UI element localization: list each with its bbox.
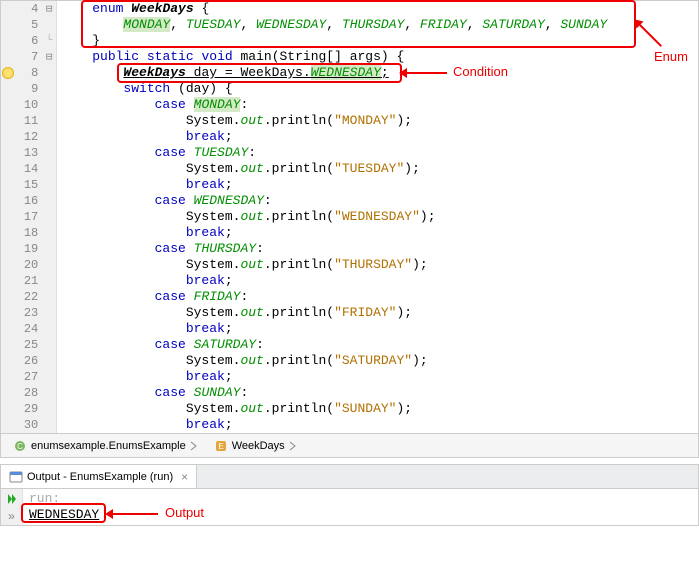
line-number: 28 [15, 386, 43, 400]
keyword: static [147, 49, 194, 64]
enum-icon: E [214, 439, 228, 453]
fold-icon[interactable]: ⊟ [42, 2, 56, 16]
keyword: case [155, 145, 186, 160]
line-number: 6 [15, 34, 43, 48]
line-number: 5 [15, 18, 43, 32]
line-number: 21 [15, 274, 43, 288]
line-number: 26 [15, 354, 43, 368]
line-number: 29 [15, 402, 43, 416]
string-literal: "TUESDAY" [334, 161, 404, 176]
string-literal: "THURSDAY" [334, 257, 412, 272]
line-number: 11 [15, 114, 43, 128]
keyword-enum: enum [92, 1, 123, 16]
svg-text:C: C [17, 442, 23, 451]
chevron-right-icon [289, 441, 297, 451]
line-number: 16 [15, 194, 43, 208]
line-number: 22 [15, 290, 43, 304]
enum-ref: SUNDAY [194, 385, 241, 400]
keyword: public [92, 49, 139, 64]
keyword: case [155, 241, 186, 256]
line-number: 17 [15, 210, 43, 224]
line-number: 8 [15, 66, 43, 80]
enum-const: FRIDAY [420, 17, 467, 32]
keyword: break [186, 369, 225, 384]
output-toolbar: » [1, 489, 23, 525]
keyword: break [186, 177, 225, 192]
string-literal: "SATURDAY" [334, 353, 412, 368]
output-result: WEDNESDAY [29, 507, 692, 523]
enum-ref: WEDNESDAY [311, 65, 381, 80]
code-editor[interactable]: 4⊟ 5 6└ 7⊟ 8 9 10 11 12 13 14 15 16 17 1… [0, 0, 699, 434]
enum-const: TUESDAY [186, 17, 241, 32]
breadcrumb-label: enumsexample.EnumsExample [31, 440, 186, 452]
close-icon[interactable]: × [181, 470, 188, 484]
keyword: break [186, 273, 225, 288]
keyword: break [186, 129, 225, 144]
breadcrumb: C enumsexample.EnumsExample E WeekDays [0, 434, 699, 458]
enum-const: WEDNESDAY [256, 17, 326, 32]
output-content[interactable]: run: WEDNESDAY Output [23, 489, 698, 525]
line-number: 19 [15, 242, 43, 256]
line-number: 12 [15, 130, 43, 144]
code-area[interactable]: enum WeekDays { MONDAY, TUESDAY, WEDNESD… [57, 1, 698, 433]
type-ref: WeekDays [123, 65, 185, 80]
stop-button[interactable]: » [4, 509, 20, 525]
string-literal: "SUNDAY" [334, 401, 396, 416]
string-literal: "MONDAY" [334, 113, 396, 128]
line-number: 14 [15, 162, 43, 176]
keyword: switch [123, 81, 170, 96]
line-number: 7 [15, 50, 43, 64]
string-literal: "FRIDAY" [334, 305, 396, 320]
line-number: 18 [15, 226, 43, 240]
enum-const: SUNDAY [560, 17, 607, 32]
enum-const: SATURDAY [482, 17, 544, 32]
output-panel: Output - EnumsExample (run) × » run: WED… [0, 464, 699, 526]
enum-name: WeekDays [131, 1, 193, 16]
line-number: 9 [15, 82, 43, 96]
keyword: break [186, 321, 225, 336]
svg-text:E: E [218, 442, 223, 451]
keyword: case [155, 385, 186, 400]
breadcrumb-label: WeekDays [232, 440, 285, 452]
breadcrumb-item-enum[interactable]: E WeekDays [208, 437, 303, 455]
line-number: 15 [15, 178, 43, 192]
hint-bulb-icon[interactable] [1, 67, 15, 79]
enum-const: THURSDAY [342, 17, 404, 32]
line-number: 30 [15, 418, 43, 432]
line-gutter: 4⊟ 5 6└ 7⊟ 8 9 10 11 12 13 14 15 16 17 1… [1, 1, 57, 433]
enum-ref: FRIDAY [194, 289, 241, 304]
enum-ref: TUESDAY [194, 145, 249, 160]
enum-ref: WEDNESDAY [194, 193, 264, 208]
output-tab-bar: Output - EnumsExample (run) × [1, 465, 698, 489]
line-number: 10 [15, 98, 43, 112]
terminal-icon [9, 470, 23, 484]
keyword: case [155, 337, 186, 352]
chevron-right-icon [190, 441, 198, 451]
class-icon: C [13, 439, 27, 453]
keyword: case [155, 289, 186, 304]
line-number: 27 [15, 370, 43, 384]
output-run-label: run: [29, 491, 692, 507]
line-number: 25 [15, 338, 43, 352]
keyword: break [186, 417, 225, 432]
line-number: 23 [15, 306, 43, 320]
fold-icon[interactable]: ⊟ [42, 50, 56, 64]
keyword: case [155, 193, 186, 208]
line-number: 13 [15, 146, 43, 160]
output-tab-title: Output - EnumsExample (run) [27, 471, 173, 483]
output-tab[interactable]: Output - EnumsExample (run) × [1, 465, 197, 488]
enum-ref: MONDAY [194, 97, 241, 112]
string-literal: "WEDNESDAY" [334, 209, 420, 224]
breadcrumb-item-class[interactable]: C enumsexample.EnumsExample [7, 437, 204, 455]
enum-ref: SATURDAY [194, 337, 256, 352]
enum-const: MONDAY [123, 17, 170, 32]
line-number: 20 [15, 258, 43, 272]
rerun-button[interactable] [4, 491, 20, 507]
keyword: void [201, 49, 232, 64]
line-number: 24 [15, 322, 43, 336]
enum-ref: THURSDAY [194, 241, 256, 256]
line-number: 4 [15, 2, 43, 16]
keyword: break [186, 225, 225, 240]
keyword: case [155, 97, 186, 112]
